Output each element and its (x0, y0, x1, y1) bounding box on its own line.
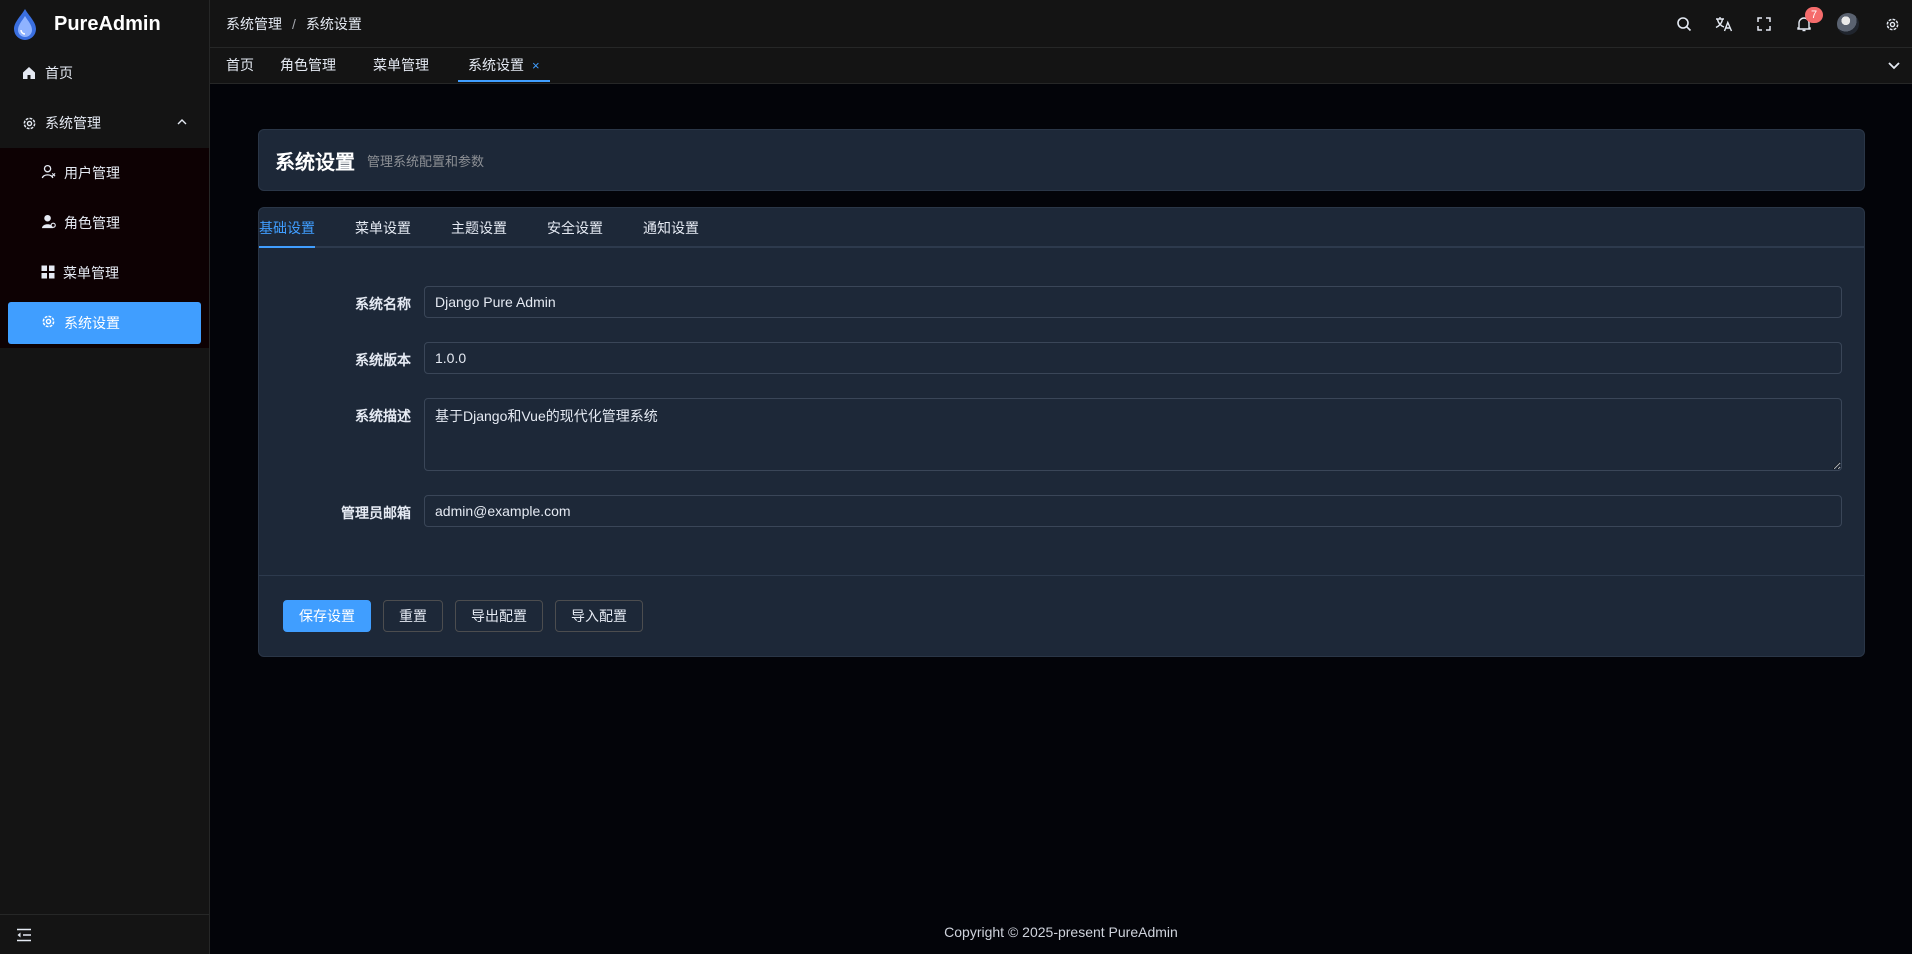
logo[interactable]: PureAdmin (0, 0, 209, 48)
tab-menu-settings[interactable]: 菜单设置 (355, 208, 411, 248)
sidebar-group-system[interactable]: 系统管理 (0, 98, 209, 148)
reset-button[interactable]: 重置 (383, 600, 443, 632)
tab-home[interactable]: 首页 (226, 48, 254, 82)
chevron-down-icon[interactable] (1886, 57, 1902, 73)
gear-icon (41, 314, 56, 332)
breadcrumb-item[interactable]: 系统管理 (226, 14, 282, 34)
sidebar-item-label: 菜单管理 (63, 265, 119, 281)
notification-button[interactable]: 7 (1784, 0, 1824, 48)
drop-logo-icon (14, 9, 36, 40)
settings-button[interactable] (1872, 0, 1912, 48)
search-icon (1677, 17, 1692, 32)
export-config-button[interactable]: 导出配置 (455, 600, 543, 632)
sidebar-item-menus[interactable]: 菜单管理 (8, 252, 201, 294)
admin-email-input[interactable] (424, 495, 1842, 527)
breadcrumb: 系统管理 / 系统设置 (226, 14, 362, 34)
sidebar-item-home[interactable]: 首页 (0, 48, 209, 98)
translate-button[interactable] (1704, 0, 1744, 48)
system-description-textarea[interactable]: 基于Django和Vue的现代化管理系统 (424, 398, 1842, 471)
translate-icon (1715, 17, 1733, 32)
tab-roles[interactable]: 角色管理 (280, 48, 336, 82)
app-name: PureAdmin (54, 12, 161, 35)
tab-basic-settings[interactable]: 基础设置 (259, 208, 315, 248)
sidebar-item-label: 系统设置 (64, 315, 120, 331)
system-description-label: 系统描述 (355, 408, 411, 424)
menu-fold-icon (17, 928, 31, 941)
grid-icon (41, 265, 55, 282)
tab-label: 角色管理 (280, 57, 336, 73)
breadcrumb-item: 系统设置 (305, 15, 362, 32)
close-icon[interactable]: × (532, 58, 540, 73)
sidebar-item-label: 用户管理 (64, 165, 120, 181)
gear-icon (1886, 18, 1898, 30)
chevron-up-icon[interactable] (175, 115, 189, 129)
tags-view: 首页 角色管理 菜单管理 系统设置 × (210, 48, 1912, 84)
tab-label: 系统设置 (468, 57, 524, 73)
page-subtitle: 管理系统配置和参数 (367, 153, 485, 169)
role-icon (41, 214, 56, 232)
collapse-sidebar-button[interactable] (0, 914, 209, 954)
save-settings-button[interactable]: 保存设置 (283, 600, 371, 632)
sidebar-item-label: 首页 (45, 65, 73, 81)
submenu-system: 用户管理 角色管理 菜单管理 系统设置 (0, 148, 209, 348)
gear-icon (21, 115, 37, 131)
header-actions: 7 (1664, 0, 1912, 48)
tab-theme-settings[interactable]: 主题设置 (451, 208, 507, 248)
top-header: 系统管理 / 系统设置 7 (210, 0, 1912, 48)
tab-label: 菜单管理 (373, 57, 429, 73)
system-version-input[interactable] (424, 342, 1842, 374)
fullscreen-icon (1757, 17, 1771, 31)
footer-copyright: Copyright © 2025-present PureAdmin (944, 924, 1178, 940)
tab-menus[interactable]: 菜单管理 (373, 48, 429, 82)
user-avatar-button[interactable] (1824, 0, 1872, 48)
divider (259, 575, 1864, 576)
system-name-input[interactable] (424, 286, 1842, 318)
sidebar-item-users[interactable]: 用户管理 (8, 152, 201, 194)
sidebar-item-label: 角色管理 (64, 215, 120, 231)
home-icon (21, 65, 37, 81)
sidebar-item-roles[interactable]: 角色管理 (8, 202, 201, 244)
tab-security-settings[interactable]: 安全设置 (547, 208, 603, 248)
tab-notification-settings[interactable]: 通知设置 (643, 208, 699, 248)
admin-email-label: 管理员邮箱 (341, 505, 411, 521)
tab-settings[interactable]: 系统设置 × (458, 48, 550, 82)
sidebar: PureAdmin 首页 系统管理 用户管理 角色管理 菜单管理 系统设置 (0, 0, 210, 954)
tab-label: 首页 (226, 57, 254, 73)
search-button[interactable] (1664, 0, 1704, 48)
system-name-label: 系统名称 (355, 296, 411, 312)
notification-badge: 7 (1805, 7, 1823, 23)
sidebar-item-settings[interactable]: 系统设置 (8, 302, 201, 344)
page-title: 系统设置 (275, 151, 355, 174)
page-header-card: 系统设置 管理系统配置和参数 (258, 129, 1865, 191)
sidebar-group-label: 系统管理 (45, 115, 101, 131)
fullscreen-button[interactable] (1744, 0, 1784, 48)
system-version-label: 系统版本 (355, 352, 411, 368)
avatar (1837, 13, 1859, 35)
settings-card: 基础设置 菜单设置 主题设置 安全设置 通知设置 系统名称 系统版本 系统描述 … (258, 207, 1865, 657)
breadcrumb-separator: / (292, 15, 296, 32)
user-icon (41, 164, 56, 182)
import-config-button[interactable]: 导入配置 (555, 600, 643, 632)
settings-tabs: 基础设置 菜单设置 主题设置 安全设置 通知设置 (259, 208, 1864, 248)
